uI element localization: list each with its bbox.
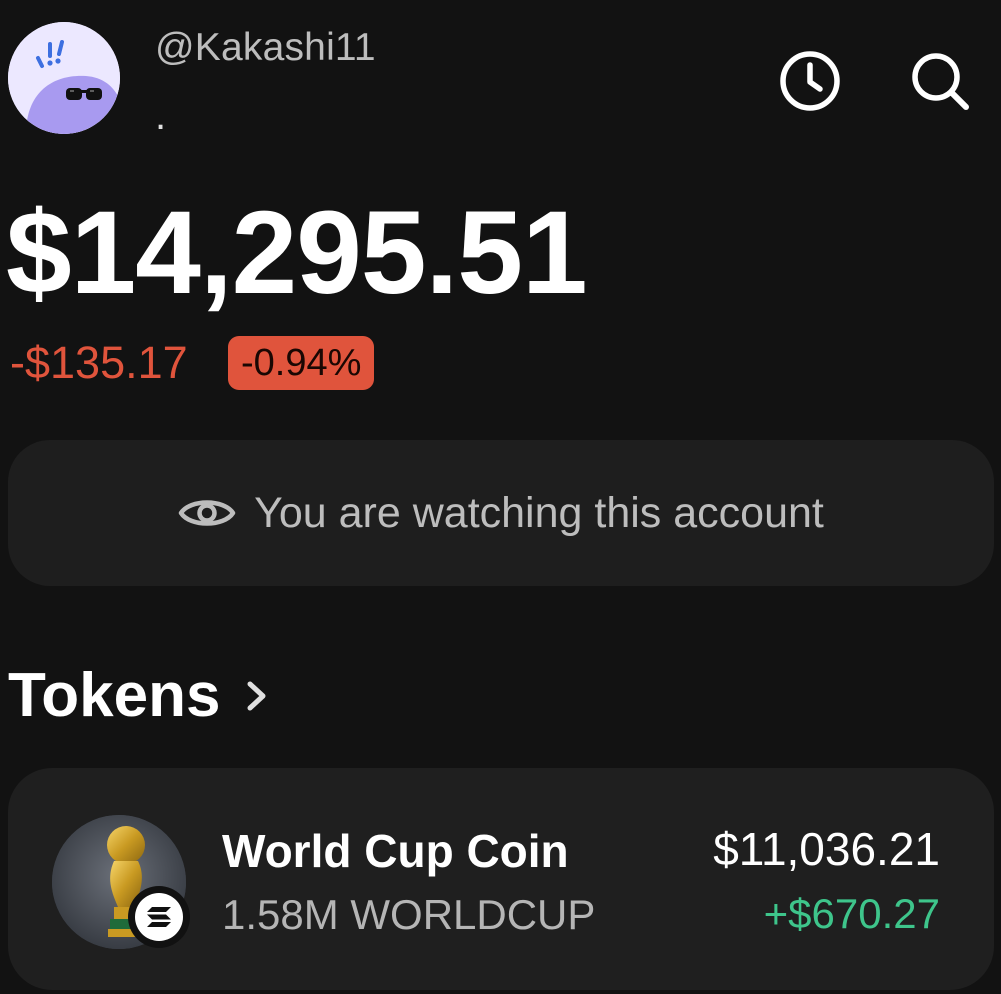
avatar[interactable] <box>8 22 120 134</box>
token-change: +$670.27 <box>763 890 940 937</box>
token-row[interactable]: World Cup Coin 1.58M WORLDCUP $11,036.21… <box>8 768 994 990</box>
eye-icon <box>178 493 236 533</box>
watching-account-text: You are watching this account <box>254 488 824 537</box>
search-icon[interactable] <box>908 49 972 113</box>
token-amount: 1.58M WORLDCUP <box>222 891 596 938</box>
account-subtitle: . <box>155 94 167 138</box>
token-value: $11,036.21 <box>713 823 940 875</box>
chevron-right-icon <box>244 676 270 716</box>
token-name: World Cup Coin <box>222 825 569 877</box>
history-clock-icon[interactable] <box>778 49 842 113</box>
watching-account-banner: You are watching this account <box>8 440 994 586</box>
tokens-title: Tokens <box>8 661 221 730</box>
username: @Kakashi11 <box>155 26 376 69</box>
portfolio-balance: $14,295.51 <box>6 187 588 319</box>
solana-icon <box>128 886 190 948</box>
tokens-section-link[interactable]: Tokens <box>8 660 270 731</box>
balance-change-percent-badge: -0.94% <box>228 336 375 390</box>
balance-change-amount: -$135.17 <box>10 337 188 388</box>
